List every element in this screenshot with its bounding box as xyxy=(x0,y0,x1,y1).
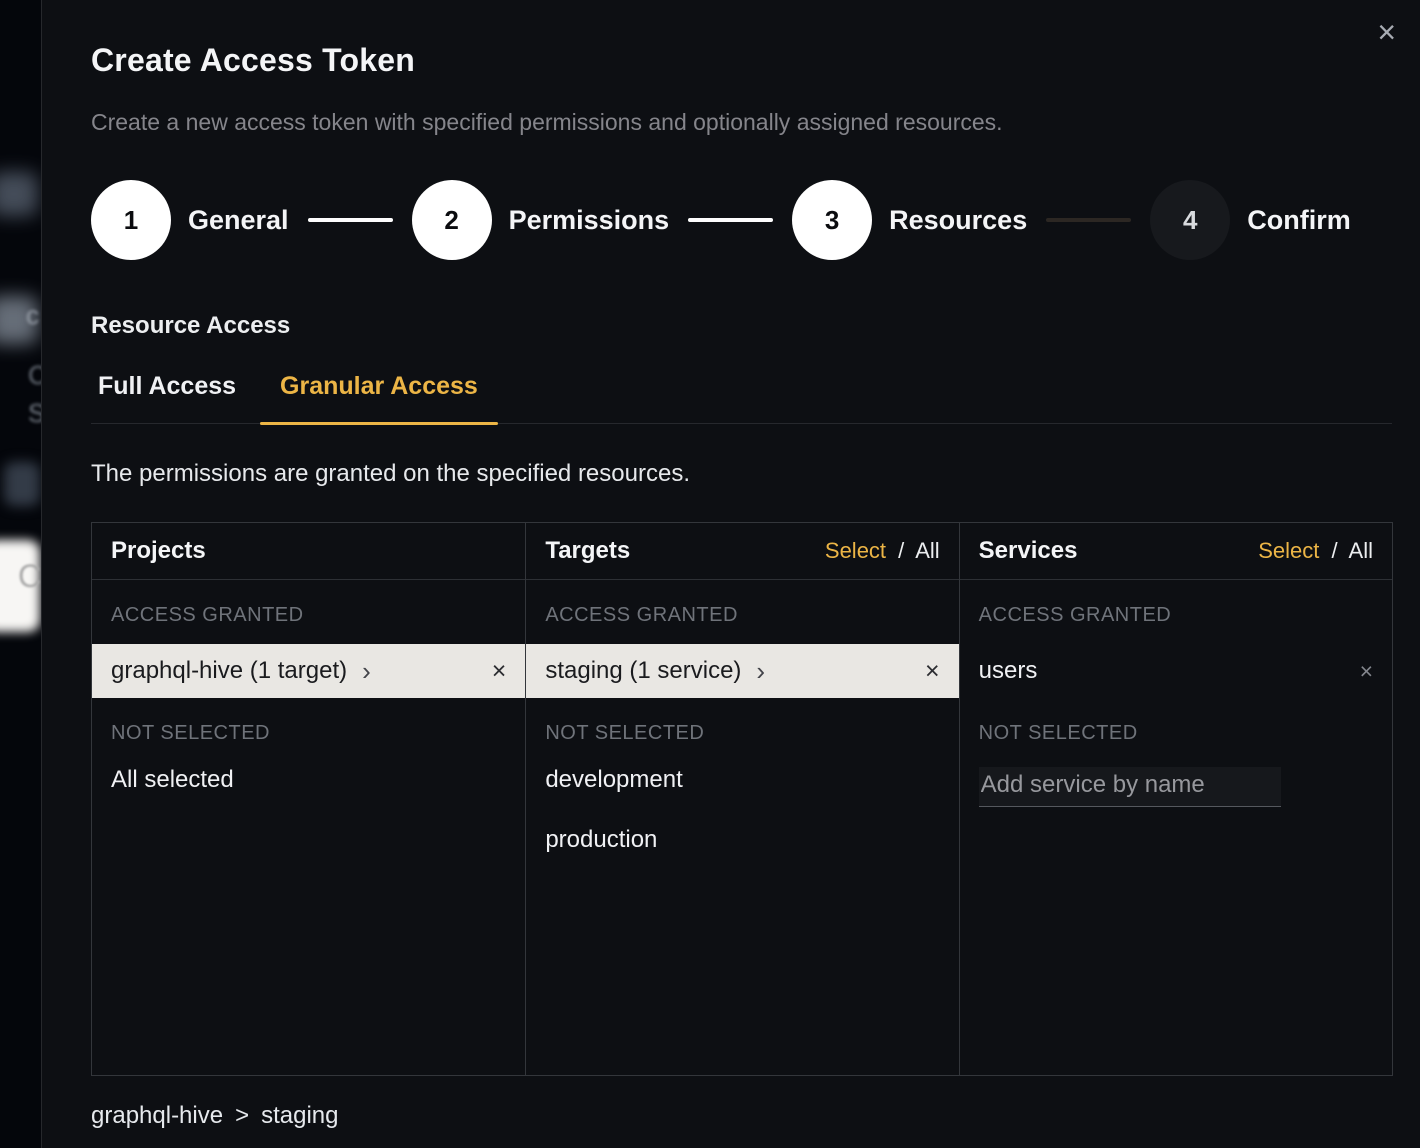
targets-column-header: Targets Select / All xyxy=(526,523,958,580)
access-granted-label: ACCESS GRANTED xyxy=(545,604,939,627)
breadcrumb-target[interactable]: staging xyxy=(261,1102,338,1130)
create-access-token-modal: × Create Access Token Create a new acces… xyxy=(41,0,1420,1148)
backdrop-blur-fragment xyxy=(0,172,38,216)
chevron-right-icon: › xyxy=(362,658,371,684)
modal-title: Create Access Token xyxy=(91,42,1392,79)
select-all-controls: Select / All xyxy=(825,538,940,564)
remove-project-button[interactable]: × xyxy=(492,657,507,686)
selected-project-chip[interactable]: graphql-hive (1 target) › × xyxy=(92,644,525,698)
not-selected-label: NOT SELECTED xyxy=(545,722,939,745)
tab-full-access[interactable]: Full Access xyxy=(91,366,260,423)
all-link[interactable]: All xyxy=(915,538,939,563)
column-title: Targets xyxy=(545,537,630,565)
all-link[interactable]: All xyxy=(1349,538,1373,563)
remove-icon: × xyxy=(925,657,940,685)
remove-service-button[interactable]: × xyxy=(1360,658,1373,685)
access-granted-label: ACCESS GRANTED xyxy=(111,604,506,627)
tab-granular-access[interactable]: Granular Access xyxy=(260,366,498,423)
target-item-production[interactable]: production xyxy=(545,826,939,854)
select-all-divider: / xyxy=(1332,538,1338,563)
access-mode-tabs: Full Access Granular Access xyxy=(91,366,1392,424)
step-indicator: 2 xyxy=(412,180,492,260)
backdrop-text-fragment: c xyxy=(26,300,39,331)
backdrop-text-fragment: S xyxy=(28,398,41,429)
projects-column: Projects ACCESS GRANTED graphql-hive (1 … xyxy=(92,523,525,1075)
backdrop-text-fragment: C xyxy=(18,558,41,595)
select-all-divider: / xyxy=(898,538,904,563)
not-selected-label: NOT SELECTED xyxy=(979,722,1373,745)
stepper: 1 General 2 Permissions 3 Resources 4 Co… xyxy=(91,180,1392,260)
granted-service-label: users xyxy=(979,657,1038,685)
not-selected-label: NOT SELECTED xyxy=(111,722,506,745)
target-item-development[interactable]: development xyxy=(545,766,939,794)
close-icon: × xyxy=(1377,14,1396,50)
step-indicator: 3 xyxy=(792,180,872,260)
projects-all-selected-note: All selected xyxy=(111,766,506,794)
step-connector xyxy=(1046,218,1131,222)
select-link[interactable]: Select xyxy=(825,538,886,563)
selected-target-label: staging (1 service) xyxy=(545,657,741,685)
column-title: Services xyxy=(979,537,1078,565)
selected-project-label: graphql-hive (1 target) xyxy=(111,657,347,685)
chevron-right-icon: › xyxy=(756,658,765,684)
column-title: Projects xyxy=(111,537,206,565)
granted-service-row: users × xyxy=(960,644,1392,698)
breadcrumb-project[interactable]: graphql-hive xyxy=(91,1102,223,1130)
stepper-step-general[interactable]: 1 General xyxy=(91,180,289,260)
add-service-input[interactable] xyxy=(979,767,1281,807)
remove-icon: × xyxy=(1360,658,1373,684)
step-connector xyxy=(688,218,773,222)
breadcrumb-separator: > xyxy=(235,1102,249,1130)
close-button[interactable]: × xyxy=(1367,10,1406,54)
step-label: Confirm xyxy=(1247,205,1351,236)
stepper-step-permissions[interactable]: 2 Permissions xyxy=(412,180,670,260)
remove-icon: × xyxy=(492,657,507,685)
step-label: Resources xyxy=(889,205,1027,236)
resource-selector-table: Projects ACCESS GRANTED graphql-hive (1 … xyxy=(91,522,1393,1076)
step-indicator: 1 xyxy=(91,180,171,260)
select-link[interactable]: Select xyxy=(1258,538,1319,563)
step-indicator: 4 xyxy=(1150,180,1230,260)
step-label: Permissions xyxy=(509,205,670,236)
projects-column-header: Projects xyxy=(92,523,525,580)
access-granted-label: ACCESS GRANTED xyxy=(979,604,1373,627)
stepper-step-confirm[interactable]: 4 Confirm xyxy=(1150,180,1351,260)
selection-breadcrumb: graphql-hive > staging xyxy=(91,1102,1392,1130)
resource-access-description: The permissions are granted on the speci… xyxy=(91,460,1392,488)
step-connector xyxy=(308,218,393,222)
modal-subtitle: Create a new access token with specified… xyxy=(91,109,1392,136)
services-column-header: Services Select / All xyxy=(960,523,1392,580)
resource-access-heading: Resource Access xyxy=(91,312,1392,340)
stepper-step-resources[interactable]: 3 Resources xyxy=(792,180,1027,260)
remove-target-button[interactable]: × xyxy=(925,657,940,686)
backdrop-text-fragment: C xyxy=(28,360,41,391)
backdrop-sidebar: c C S C xyxy=(0,0,41,1148)
targets-column: Targets Select / All ACCESS GRANTED stag… xyxy=(525,523,958,1075)
selected-target-chip[interactable]: staging (1 service) › × xyxy=(526,644,958,698)
step-label: General xyxy=(188,205,289,236)
backdrop-blur-fragment xyxy=(4,462,40,506)
services-column: Services Select / All ACCESS GRANTED use… xyxy=(959,523,1392,1075)
select-all-controls: Select / All xyxy=(1258,538,1373,564)
